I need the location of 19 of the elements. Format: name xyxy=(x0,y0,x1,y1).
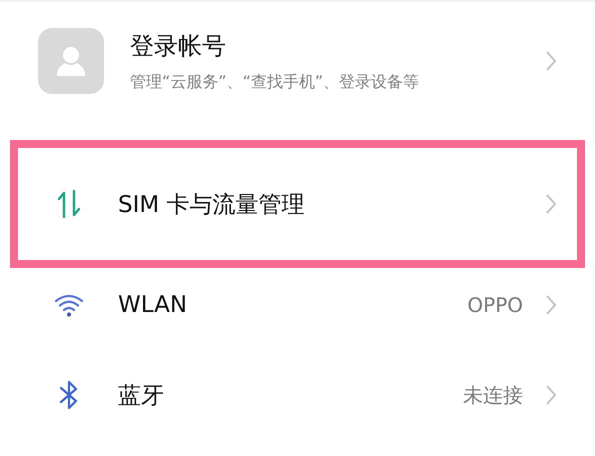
setting-label: SIM 卡与流量管理 xyxy=(118,190,306,220)
highlight-frame[interactable]: SIM 卡与流量管理 xyxy=(10,140,585,268)
setting-value: 未连接 xyxy=(463,382,523,408)
wifi-icon xyxy=(54,293,84,317)
settings-row[interactable]: WLAN OPPO xyxy=(10,268,585,342)
account-row[interactable]: 登录帐号 管理“云服务”、“查找手机”、登录设备等 xyxy=(0,2,595,120)
settings-row[interactable]: 蓝牙 未连接 xyxy=(10,358,585,432)
chevron-icon xyxy=(545,50,557,72)
bluetooth-icon xyxy=(59,379,79,411)
up-down-arrows-icon xyxy=(58,190,80,218)
chevron-icon xyxy=(545,294,557,316)
account-title: 登录帐号 xyxy=(130,30,227,62)
account-subtitle: 管理“云服务”、“查找手机”、登录设备等 xyxy=(130,72,420,92)
avatar-icon xyxy=(38,28,104,94)
setting-value: OPPO xyxy=(467,293,523,317)
setting-label: 蓝牙 xyxy=(118,382,165,410)
chevron-icon xyxy=(545,384,557,406)
setting-label: WLAN xyxy=(118,292,188,318)
chevron-icon xyxy=(545,193,557,215)
